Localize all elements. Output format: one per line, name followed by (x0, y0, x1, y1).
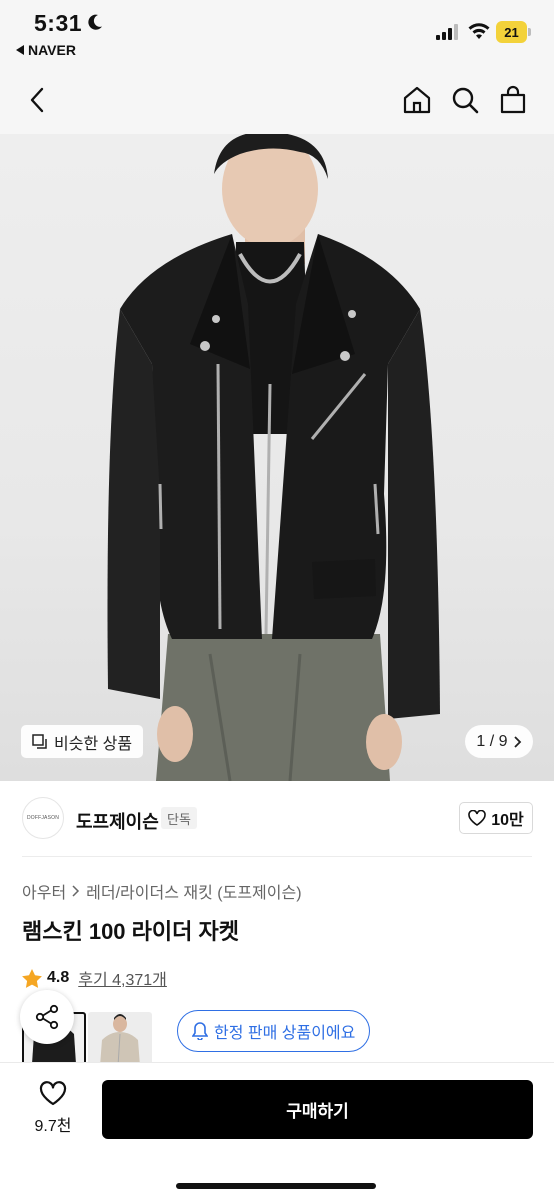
moon-icon (88, 14, 102, 30)
status-time: 5:31 (34, 10, 83, 36)
chevron-left-icon (30, 87, 44, 113)
battery-indicator: 21 (496, 21, 531, 43)
divider (22, 856, 532, 857)
wishlist-count: 9.7천 (34, 1118, 72, 1135)
heart-icon (468, 810, 487, 826)
product-title: 램스킨 100 라이더 자켓 (22, 919, 239, 944)
brand-logo[interactable]: DOFFJASON (22, 797, 64, 839)
color-option-beige[interactable] (88, 1012, 152, 1066)
home-indicator (176, 1183, 376, 1189)
limited-sale-label: 한정 판매 상품이에요 (214, 1025, 356, 1042)
product-photo (107, 134, 440, 781)
bell-icon (192, 1022, 208, 1040)
cellular-signal-icon (436, 24, 458, 40)
back-app-name: NAVER (28, 42, 76, 58)
share-button[interactable] (20, 990, 74, 1044)
page-indicator: 1 / 9 (476, 732, 508, 750)
buy-button[interactable]: 구매하기 (102, 1080, 533, 1139)
cart-button[interactable] (495, 82, 531, 118)
battery-nub (528, 28, 531, 36)
wifi-icon (468, 23, 490, 39)
home-icon (403, 86, 431, 114)
review-link[interactable]: 후기 4,371개 (78, 966, 167, 990)
breadcrumb-subcategory[interactable]: 레더/라이더스 재킷 (도프제이슨) (86, 879, 301, 903)
app-header (0, 68, 554, 134)
gallery-pager[interactable]: 1 / 9 (465, 725, 533, 758)
brand-like-button[interactable]: 10만 (459, 802, 533, 834)
copy-icon (32, 733, 47, 749)
search-button[interactable] (447, 82, 483, 118)
wishlist-button[interactable]: 9.7천 (22, 1081, 84, 1136)
thumbnail-beige-jacket (100, 1014, 140, 1066)
star-icon (22, 968, 42, 988)
brand-row[interactable]: DOFFJASON 도프제이슨 단독 10만 (0, 781, 554, 857)
exclusive-badge: 단독 (161, 807, 197, 829)
home-button[interactable] (399, 82, 435, 118)
breadcrumb-category[interactable]: 아우터 (22, 879, 66, 903)
product-image-gallery[interactable]: 비슷한 상품 1 / 9 (0, 134, 554, 781)
brand-name[interactable]: 도프제이슨 (76, 808, 159, 834)
search-icon (452, 87, 479, 114)
heart-icon (39, 1081, 67, 1106)
share-icon (35, 1004, 59, 1030)
back-button[interactable] (20, 82, 56, 118)
shopping-bag-icon (500, 85, 526, 114)
status-bar: 5:31 NAVER 21 (0, 0, 554, 68)
battery-level: 21 (496, 21, 527, 43)
brand-logo-text: DOFFJASON (26, 815, 60, 821)
limited-sale-badge[interactable]: 한정 판매 상품이에요 (177, 1010, 371, 1052)
chevron-right-icon (72, 885, 80, 897)
back-triangle-icon (16, 45, 24, 55)
back-to-app-link[interactable]: NAVER (16, 42, 76, 58)
brand-like-count: 10만 (491, 812, 524, 829)
rating-value: 4.8 (47, 969, 70, 986)
similar-products-label: 비슷한 상품 (54, 735, 133, 753)
similar-products-button[interactable]: 비슷한 상품 (21, 725, 144, 758)
bottom-action-bar: 9.7천 구매하기 (0, 1062, 554, 1200)
chevron-right-icon (513, 735, 521, 748)
breadcrumb: 아우터 레더/라이더스 재킷 (도프제이슨) (22, 879, 302, 903)
rating-row: 4.8 후기 4,371개 (22, 966, 167, 990)
